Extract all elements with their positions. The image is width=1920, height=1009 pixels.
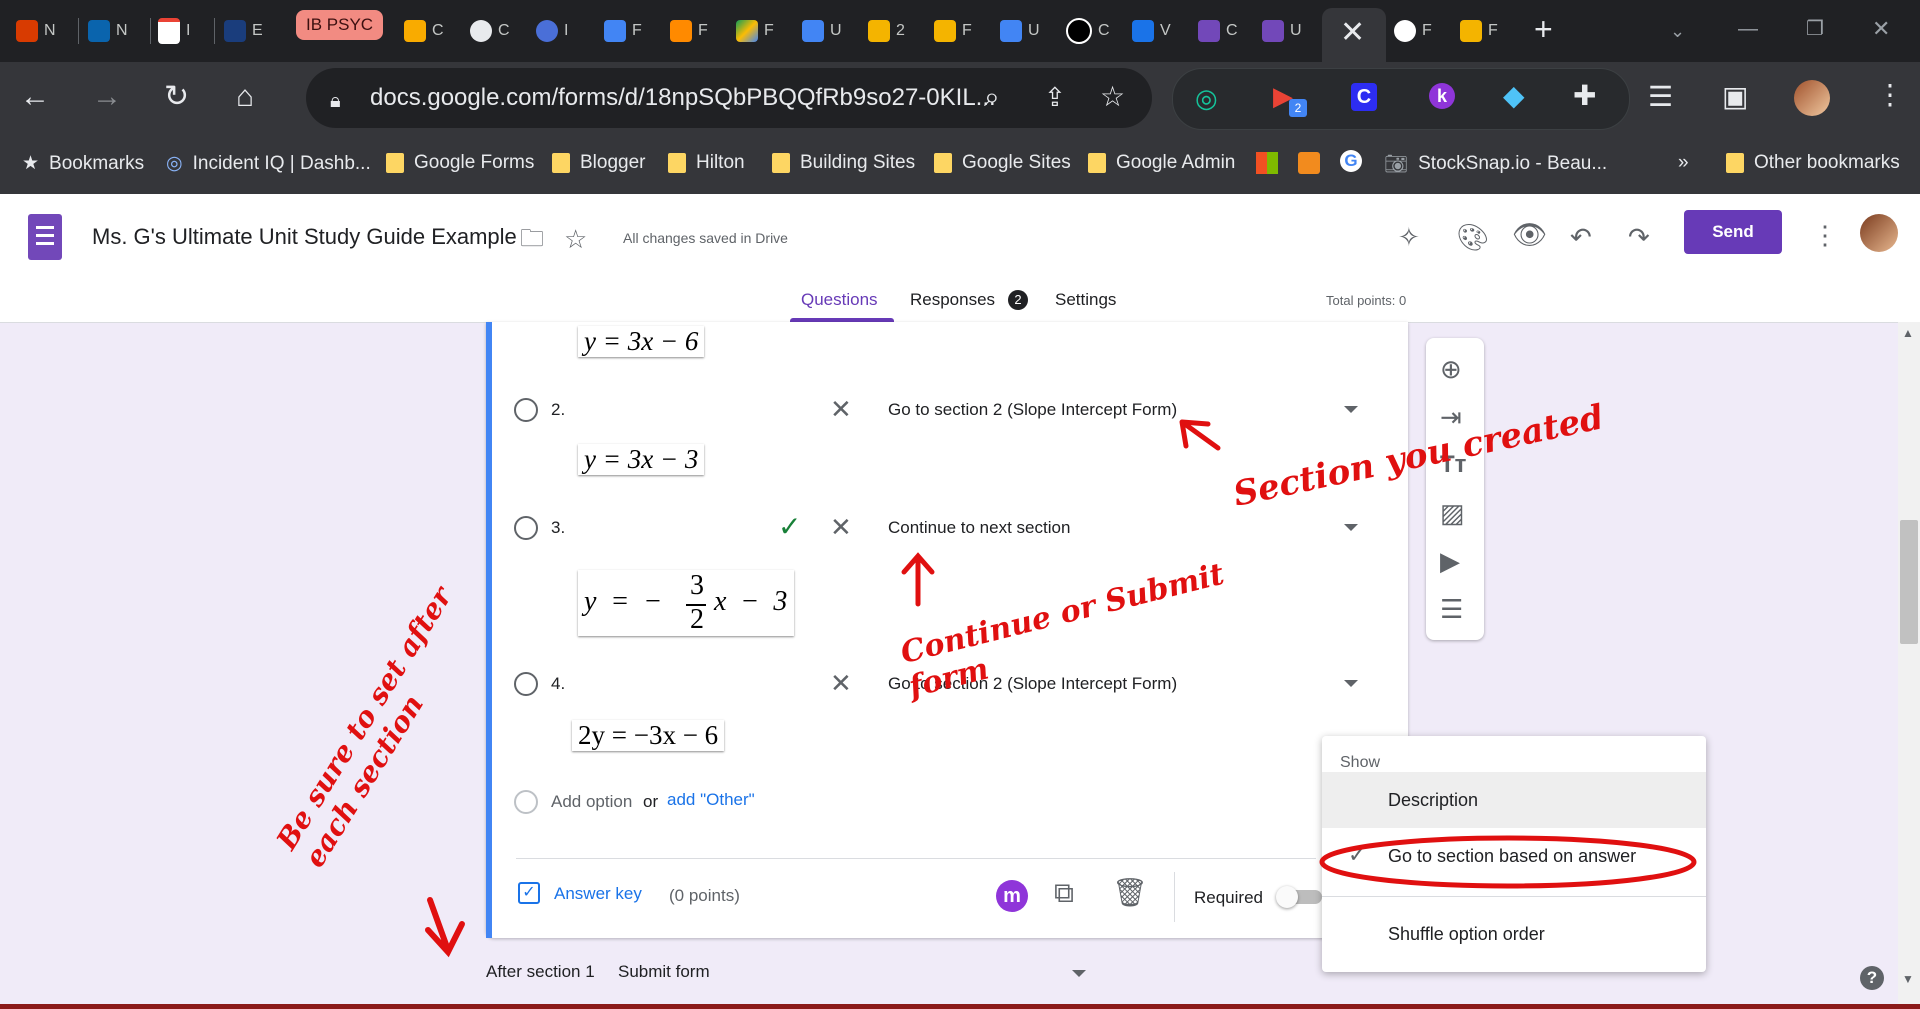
annotation-strokes <box>425 419 1697 958</box>
